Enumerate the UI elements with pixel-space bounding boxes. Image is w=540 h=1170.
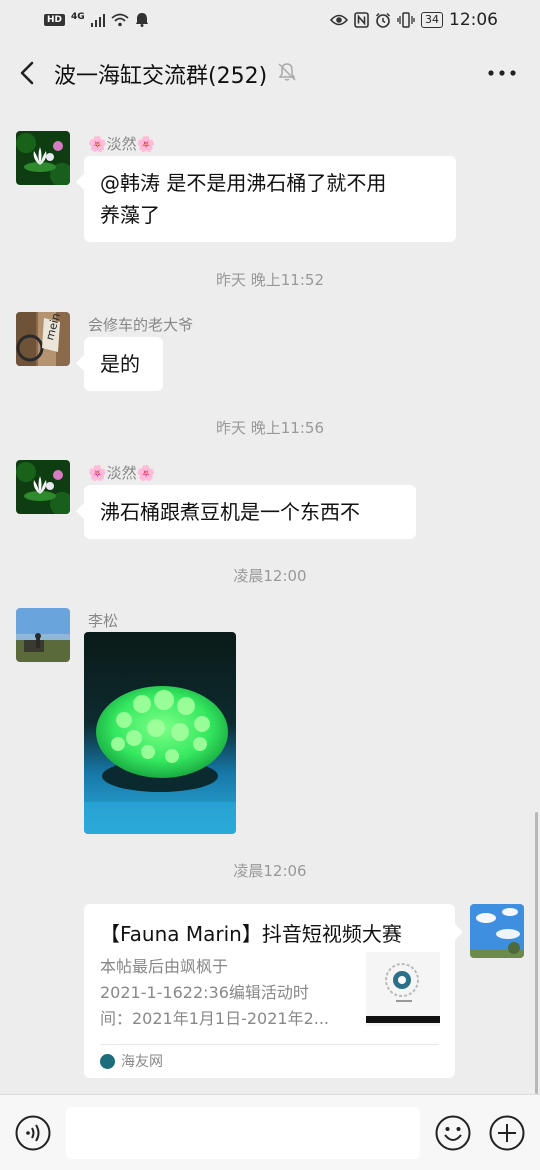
sender-name: 🌸淡然🌸	[88, 464, 156, 482]
notification-icon	[135, 13, 148, 27]
lotus-avatar-icon	[16, 131, 70, 185]
emoji-icon	[435, 1115, 471, 1151]
voice-icon	[15, 1115, 51, 1151]
chat-header: 波一海缸交流群(252)	[0, 42, 540, 104]
back-arrow-icon	[20, 61, 34, 85]
more-dots-icon	[488, 70, 516, 76]
timestamp: 昨天 晚上11:56	[216, 419, 324, 437]
nfc-icon	[354, 12, 369, 28]
message-input[interactable]	[66, 1107, 420, 1159]
message-text-line: 养藻了	[100, 203, 160, 227]
avatar[interactable]	[16, 608, 70, 662]
message-text: 是的	[100, 352, 140, 376]
own-avatar[interactable]	[470, 904, 524, 958]
more-button[interactable]	[484, 56, 520, 90]
input-bar	[0, 1094, 540, 1170]
lotus-avatar-icon	[16, 460, 70, 514]
message-bubble[interactable]: 沸石桶跟煮豆机是一个东西不	[76, 485, 416, 539]
hd-badge: HD	[44, 13, 66, 26]
timestamp: 凌晨12:06	[233, 862, 307, 880]
link-card-description: 本帖最后由飒枫于 2021-1-1622:36编辑活动时 间：2021年1月1日…	[100, 954, 350, 1032]
link-card-desc-line: 2021-1-1622:36编辑活动时	[100, 983, 309, 1002]
coral-photo[interactable]	[84, 632, 236, 834]
plus-icon	[489, 1115, 525, 1151]
message-bubble[interactable]: 是的	[76, 337, 163, 391]
link-card-title: 【Fauna Marin】抖音短视频大赛	[100, 922, 402, 946]
emoji-button[interactable]	[435, 1115, 471, 1151]
voice-button[interactable]	[15, 1115, 51, 1151]
vibrate-icon	[397, 12, 415, 28]
sender-name: 会修车的老大爷	[88, 316, 194, 334]
link-card-source: 海友网	[100, 1051, 163, 1071]
logo-thumbnail-icon	[366, 952, 440, 1026]
mute-bell-icon	[278, 63, 296, 81]
battery-indicator: 34	[421, 12, 443, 28]
link-card-desc-line: 本帖最后由飒枫于	[100, 957, 229, 976]
page-title: 波一海缸交流群(252)	[54, 64, 268, 89]
source-logo-icon	[100, 1053, 115, 1069]
link-card-source-name: 海友网	[121, 1054, 163, 1070]
link-card-thumbnail	[366, 952, 440, 1026]
link-card-desc-line: 间：2021年1月1日-2021年2...	[100, 1009, 330, 1028]
link-card[interactable]: 【Fauna Marin】抖音短视频大赛 本帖最后由飒枫于 2021-1-162…	[84, 904, 463, 1078]
timestamp: 昨天 晚上11:52	[216, 271, 324, 289]
sender-name: 🌸淡然🌸	[88, 135, 156, 153]
add-button[interactable]	[489, 1115, 525, 1151]
alarm-icon	[375, 12, 391, 28]
sky-avatar-icon	[470, 904, 524, 958]
signal-icon	[90, 13, 105, 27]
status-left: HD 4G	[44, 12, 149, 27]
wifi-icon	[111, 13, 129, 26]
bicycle-avatar-icon: mein	[16, 312, 70, 366]
timestamp: 凌晨12:00	[233, 567, 307, 585]
message-bubble[interactable]: @韩涛 是不是用沸石桶了就不用 养藻了	[76, 156, 456, 242]
scrollbar[interactable]	[535, 812, 538, 1094]
message-text-line: @韩涛 是不是用沸石桶了就不用	[100, 171, 387, 195]
network-label: 4G	[71, 11, 85, 22]
clock: 12:06	[449, 10, 498, 30]
coral-image	[84, 632, 236, 834]
status-right: 34 12:06	[330, 10, 498, 30]
lakeside-avatar-icon	[16, 608, 70, 662]
sender-name: 李松	[88, 612, 119, 630]
avatar[interactable]	[16, 131, 70, 185]
avatar[interactable]: mein	[16, 312, 70, 366]
avatar[interactable]	[16, 460, 70, 514]
eye-icon	[330, 14, 348, 26]
back-button[interactable]	[12, 56, 44, 90]
status-bar: HD 4G 34 12:06	[0, 0, 540, 40]
divider	[100, 1044, 439, 1045]
message-text: 沸石桶跟煮豆机是一个东西不	[100, 500, 360, 524]
